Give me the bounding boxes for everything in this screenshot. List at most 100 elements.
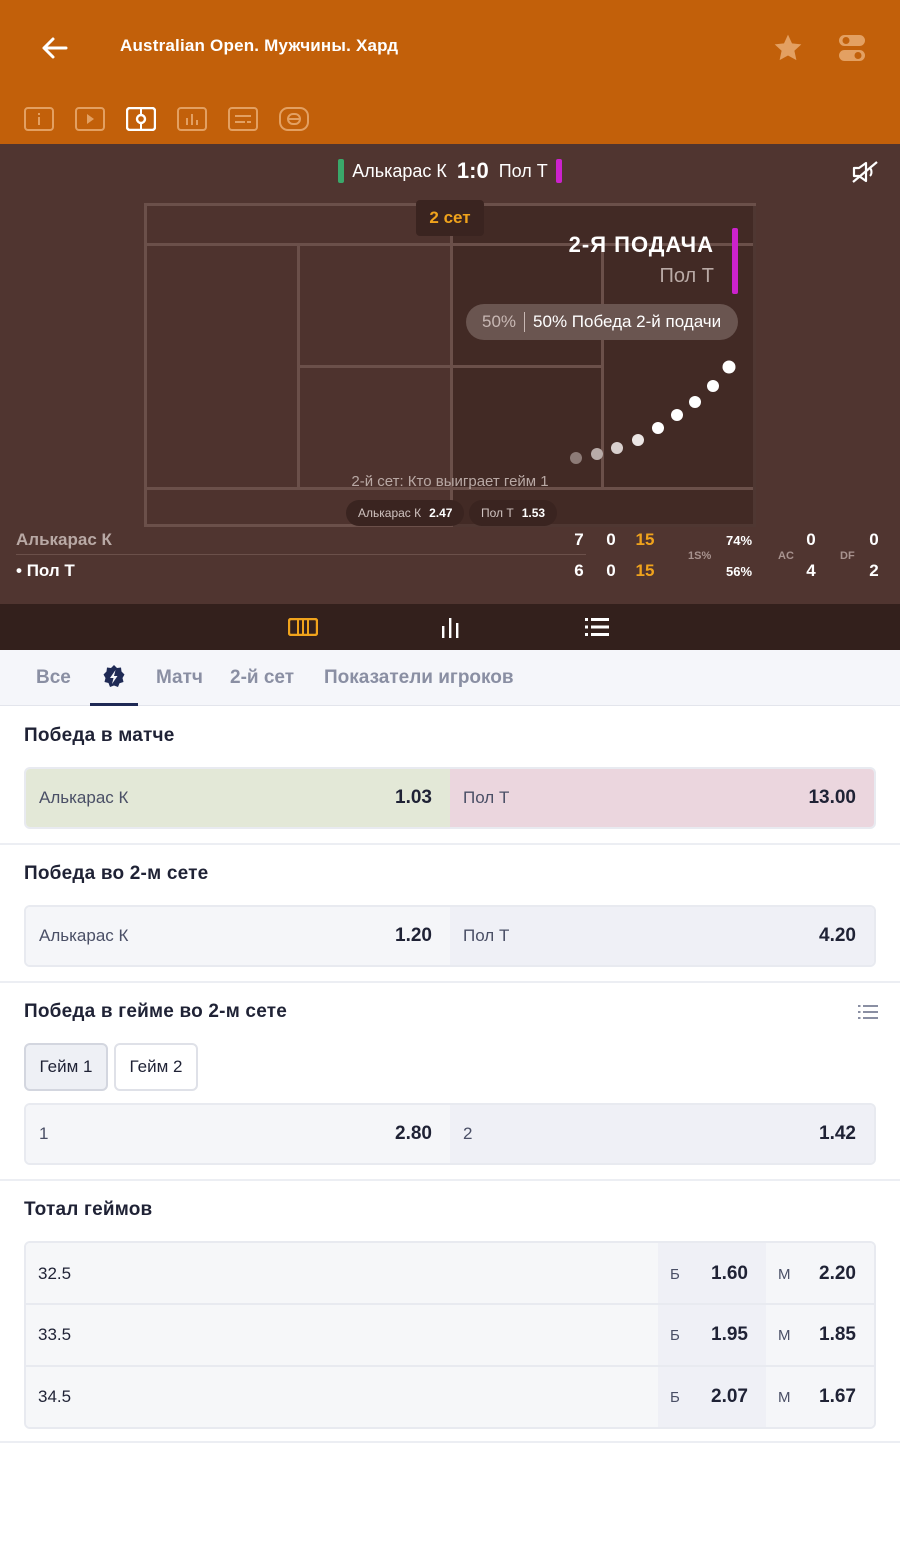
under-label: М	[778, 1326, 791, 1344]
mute-button[interactable]	[850, 158, 880, 186]
under-odd: 2.20	[819, 1263, 856, 1284]
first-serve-pct: 56%	[725, 564, 753, 579]
market-match-winner: Победа в матче Алькарас К 1.03 Пол Т 13.…	[0, 707, 900, 845]
over-label: Б	[670, 1326, 680, 1344]
market-title: Победа во 2-м сете	[24, 863, 209, 884]
stats-divider	[16, 554, 586, 555]
outcome-odd: 2.80	[395, 1123, 432, 1144]
under-outcome[interactable]: М 1.85	[766, 1305, 874, 1365]
sound-off-icon	[852, 161, 878, 183]
player1-stats-name: Алькарас К	[16, 530, 112, 549]
stats-tool[interactable]	[177, 106, 207, 132]
outcome-label: Алькарас К	[39, 926, 129, 945]
aces: 0	[806, 530, 816, 549]
total-line: 32.5	[26, 1243, 658, 1305]
outcome-odd: 13.00	[808, 787, 856, 808]
game-2-button[interactable]: Гейм 2	[114, 1043, 198, 1091]
over-odd: 1.95	[711, 1324, 748, 1345]
quick-bet-odd: 1.53	[521, 506, 546, 520]
tab-set2[interactable]: 2-й сет	[230, 650, 294, 706]
market-title: Тотал геймов	[24, 1199, 153, 1220]
server-color-bar	[732, 228, 738, 294]
outcome-player2[interactable]: Пол Т 4.20	[450, 907, 874, 965]
server-name: Пол Т	[659, 265, 714, 287]
scoreboard-tool[interactable]	[126, 106, 156, 132]
player2-color-bar	[555, 159, 562, 183]
timeline-view-button[interactable]	[582, 614, 612, 640]
outcome-odd: 1.42	[819, 1123, 856, 1144]
total-line: 34.5	[26, 1367, 658, 1427]
court-line	[297, 365, 604, 368]
outcome-odd: 1.20	[395, 925, 432, 946]
market-title: Победа в матче	[24, 725, 175, 746]
first-serve-pct: 74%	[725, 533, 753, 548]
quick-bet-player1[interactable]: Алькарас К 2.47	[346, 500, 465, 526]
player2-stats-name-text: Пол Т	[26, 561, 75, 580]
total-row: 33.5 Б 1.95 М 1.85	[26, 1303, 874, 1365]
outcome-player1[interactable]: Алькарас К 1.20	[26, 907, 450, 965]
over-outcome[interactable]: Б 2.07	[658, 1367, 766, 1427]
market-list-button[interactable]	[858, 1003, 880, 1023]
court-view-button[interactable]	[288, 614, 318, 640]
quick-bet-name: Пол Т	[481, 506, 514, 520]
video-tool[interactable]	[75, 106, 105, 132]
tab-quick[interactable]	[90, 650, 138, 706]
tab-all[interactable]: Все	[36, 650, 71, 706]
bar-chart-icon	[442, 618, 459, 638]
game-points: 15	[635, 530, 655, 549]
outcome-player1[interactable]: Алькарас К 1.03	[26, 769, 450, 827]
serving-marker: •	[16, 561, 22, 580]
market-row: 1 2.80 2 1.42	[24, 1103, 876, 1165]
pct-left: 50%	[482, 312, 517, 331]
under-outcome[interactable]: М 2.20	[766, 1243, 874, 1305]
set-indicator: 2 сет	[416, 200, 484, 236]
stats-view-button[interactable]	[435, 614, 465, 640]
outcome-player1[interactable]: 1 2.80	[26, 1105, 450, 1163]
quick-bet-odd: 2.47	[429, 506, 453, 520]
market-tabs: Все Матч 2-й сет Показатели игроков	[0, 650, 900, 706]
tab-player-stats[interactable]: Показатели игроков	[324, 650, 514, 706]
scoreboard-icon	[126, 107, 156, 131]
market-title: Победа в гейме во 2-м сете	[24, 1001, 287, 1022]
score-stats: Алькарас К 7 0 15 74% 0 0 • Пол Т 6 0 15…	[0, 526, 900, 600]
quick-bet-player2[interactable]: Пол Т 1.53	[469, 500, 558, 526]
favorite-button[interactable]	[766, 26, 810, 70]
page-title: Australian Open. Мужчины. Хард	[120, 36, 399, 55]
info-tool[interactable]	[24, 106, 54, 132]
under-odd: 1.85	[819, 1324, 856, 1345]
view-toolbar	[24, 106, 309, 132]
over-outcome[interactable]: Б 1.95	[658, 1305, 766, 1365]
tab-match[interactable]: Матч	[156, 650, 203, 706]
under-label: М	[778, 1388, 791, 1406]
double-faults: 0	[869, 530, 879, 549]
sets-score: 1:0	[456, 158, 489, 183]
text-icon	[228, 107, 258, 131]
pct-right: 50% Победа 2-й подачи	[533, 312, 722, 331]
outcome-player2[interactable]: 2 1.42	[450, 1105, 874, 1163]
video-icon	[75, 107, 105, 131]
under-outcome[interactable]: М 1.67	[766, 1367, 874, 1427]
quick-bet-name: Алькарас К	[358, 506, 422, 520]
over-label: Б	[670, 1265, 680, 1283]
over-outcome[interactable]: Б 1.60	[658, 1243, 766, 1305]
tracker-tool[interactable]	[279, 106, 309, 132]
aces: 4	[806, 561, 816, 580]
outcome-odd: 1.03	[395, 787, 432, 808]
total-line: 33.5	[26, 1305, 658, 1365]
info-icon	[24, 107, 54, 131]
game-1-button[interactable]: Гейм 1	[24, 1043, 108, 1091]
total-row: 32.5 Б 1.60 М 2.20	[26, 1243, 874, 1305]
back-button[interactable]	[30, 24, 78, 72]
outcome-player2[interactable]: Пол Т 13.00	[450, 769, 874, 827]
set1-games: 7	[574, 530, 584, 549]
set1-games: 6	[574, 561, 584, 580]
app-header: Australian Open. Мужчины. Хард	[0, 0, 900, 144]
over-odd: 1.60	[711, 1263, 748, 1284]
settings-toggle-button[interactable]	[830, 26, 874, 70]
outcome-label: Пол Т	[463, 788, 510, 807]
under-label: М	[778, 1265, 791, 1283]
text-tool[interactable]	[228, 106, 258, 132]
score-line: Алькарас К 1:0 Пол Т	[0, 158, 900, 184]
stats-icon	[177, 107, 207, 131]
serve-stat-pill: 50% 50% Победа 2-й подачи	[466, 304, 738, 340]
